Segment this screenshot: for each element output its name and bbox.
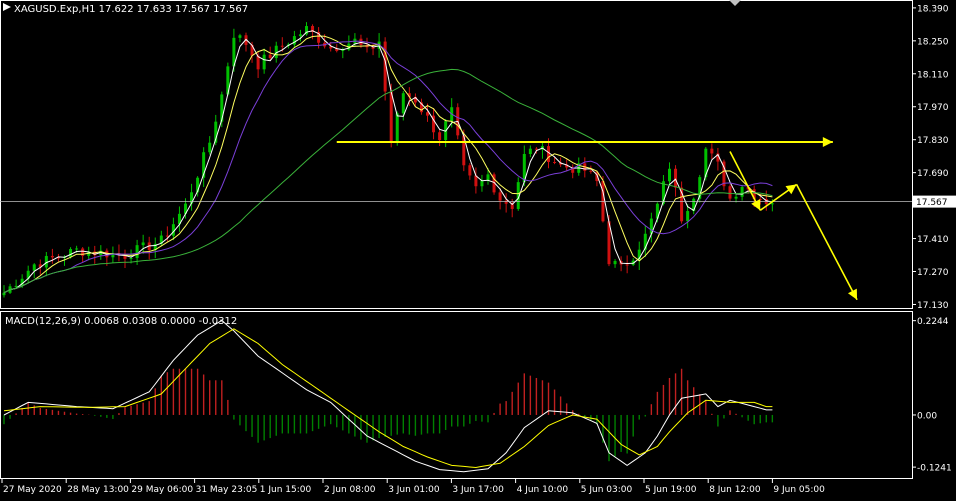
candle-body	[734, 196, 738, 199]
candle-body	[165, 235, 169, 237]
candle-body	[262, 54, 266, 70]
candle-body	[613, 261, 617, 265]
candle-body	[50, 255, 54, 258]
candle-body	[686, 211, 690, 222]
candle-body	[395, 113, 399, 143]
candle-body	[728, 186, 732, 199]
candle-body	[528, 148, 532, 154]
candle-body	[625, 264, 629, 266]
price-tick-label: 17.830	[917, 136, 949, 146]
price-tick-label: 18.390	[917, 4, 949, 14]
candle-body	[389, 91, 393, 143]
price-tick-label: 17.410	[917, 235, 949, 245]
candle-body	[547, 146, 550, 162]
chart-canvas[interactable]: XAGUSD.Exp,H1 17.622 17.633 17.567 17.56…	[0, 0, 956, 497]
candle-body	[498, 192, 502, 201]
candle-body	[589, 170, 593, 172]
time-tick-label: 27 May 2020	[3, 485, 62, 495]
time-tick-label: 28 May 13:00	[67, 485, 129, 495]
time-tick-label: 2 Jun 08:00	[324, 485, 376, 495]
macd-tick-label: 0.00	[917, 411, 937, 421]
time-tick-label: 29 May 06:00	[131, 485, 193, 495]
time-tick-label: 5 Jun 19:00	[645, 485, 697, 495]
price-tick-label: 17.970	[917, 103, 949, 113]
candle-body	[141, 242, 145, 246]
candle-body	[504, 200, 508, 204]
candle-body	[280, 45, 284, 47]
time-tick-label: 3 Jun 01:00	[388, 485, 440, 495]
candle-body	[2, 292, 6, 296]
price-tick-label: 18.250	[917, 37, 949, 47]
candle-body	[553, 161, 557, 163]
current-price-label: 17.567	[916, 198, 948, 208]
time-tick-label: 4 Jun 10:00	[517, 485, 569, 495]
candle-body	[401, 93, 405, 114]
candle-body	[268, 54, 272, 59]
candle-body	[534, 148, 538, 150]
symbol-info: XAGUSD.Exp,H1 17.622 17.633 17.567 17.56…	[14, 4, 248, 15]
time-tick-label: 3 Jun 17:00	[452, 485, 504, 495]
macd-tick-label: -0.1241	[917, 464, 952, 474]
candle-body	[740, 187, 744, 197]
candle-body	[129, 257, 133, 259]
candle-body	[81, 248, 85, 256]
time-tick-label: 8 Jun 12:00	[709, 485, 761, 495]
price-tick-label: 17.270	[917, 268, 949, 278]
candle-body	[238, 35, 242, 38]
candle-body	[468, 165, 472, 176]
time-tick-label: 31 May 23:05	[196, 485, 258, 495]
candle-body	[208, 142, 212, 153]
candle-body	[674, 168, 678, 188]
macd-label: MACD(12,26,9) 0.0068 0.0308 0.0000 -0.03…	[5, 316, 237, 327]
candle-body	[486, 174, 490, 181]
time-tick-label: 9 Jun 05:00	[773, 485, 825, 495]
macd-tick-label: 0.2244	[917, 317, 949, 327]
candle-body	[32, 264, 36, 271]
time-tick-label: 5 Jun 03:00	[581, 485, 633, 495]
price-tick-label: 17.130	[917, 301, 949, 311]
price-tick-label: 17.690	[917, 169, 949, 179]
candle-body	[69, 249, 73, 257]
time-tick-label: 1 Jun 15:00	[260, 485, 312, 495]
chart-window[interactable]: XAGUSD.Exp,H1 17.622 17.633 17.567 17.56…	[0, 0, 956, 497]
candle-body	[14, 285, 18, 287]
candle-body	[668, 168, 671, 182]
candle-body	[438, 132, 442, 141]
price-tick-label: 18.110	[917, 70, 949, 80]
candle-body	[710, 148, 714, 154]
candle-body	[770, 203, 774, 205]
candle-body	[135, 245, 139, 258]
candle-body	[480, 180, 484, 187]
candle-body	[298, 34, 302, 37]
candle-body	[75, 248, 79, 250]
candle-body	[601, 181, 605, 222]
